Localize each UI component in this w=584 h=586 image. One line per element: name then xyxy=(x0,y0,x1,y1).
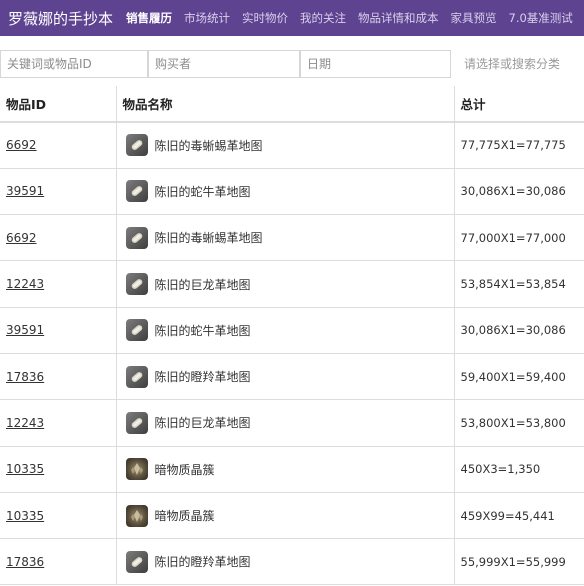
cell-item-name: 陈旧的巨龙革地图 xyxy=(115,260,454,308)
keyword-input[interactable] xyxy=(0,50,148,78)
date-input[interactable] xyxy=(300,50,451,78)
site-brand[interactable]: 罗薇娜的手抄本 xyxy=(0,8,113,29)
filter-bar: 请选择或搜索分类 xyxy=(0,36,584,86)
table-row: 39591 陈旧的蛇牛革地图 30,086X1=30,086 xyxy=(0,307,584,354)
cell-item-id: 17836 xyxy=(0,353,116,401)
header-item-id[interactable]: 物品ID xyxy=(0,86,116,123)
cell-total: 53,854X1=53,854 xyxy=(453,260,584,308)
item-name-label: 陈旧的蛇牛革地图 xyxy=(154,184,251,199)
item-id-link[interactable]: 12243 xyxy=(6,277,44,291)
category-select[interactable]: 请选择或搜索分类 xyxy=(451,50,584,78)
cell-item-id: 12243 xyxy=(0,399,116,447)
cell-item-id: 17836 xyxy=(0,538,116,586)
item-name-label: 陈旧的瞪羚革地图 xyxy=(154,370,251,385)
table-row: 17836 陈旧的瞪羚革地图 59,400X1=59,400 xyxy=(0,353,584,401)
item-id-link[interactable]: 10335 xyxy=(6,462,44,476)
map-scroll-icon xyxy=(125,411,148,434)
cell-item-id: 12243 xyxy=(0,260,116,308)
table-row: 12243 陈旧的巨龙革地图 53,800X1=53,800 xyxy=(0,399,584,447)
item-id-link[interactable]: 6692 xyxy=(6,138,37,152)
cell-total: 59,400X1=59,400 xyxy=(453,353,584,401)
crystal-cluster-icon xyxy=(125,504,148,527)
table-row: 6692 陈旧的毒蜥蜴革地图 77,775X1=77,775 xyxy=(0,122,584,169)
table-row: 12243 陈旧的巨龙革地图 53,854X1=53,854 xyxy=(0,260,584,308)
map-scroll-icon xyxy=(125,319,148,342)
cell-item-name: 陈旧的毒蜥蜴革地图 xyxy=(115,122,454,169)
table-header-row: 物品ID 物品名称 总计 xyxy=(0,86,584,123)
cell-item-name: 陈旧的瞪羚革地图 xyxy=(115,353,454,401)
cell-total: 459X99=45,441 xyxy=(453,492,584,540)
cell-item-name: 陈旧的巨龙革地图 xyxy=(115,399,454,447)
header-item-name[interactable]: 物品名称 xyxy=(115,86,454,123)
cell-item-id: 6692 xyxy=(0,122,116,169)
header-total[interactable]: 总计 xyxy=(453,86,584,123)
nav-item-market-stats[interactable]: 市场统计 xyxy=(184,10,230,26)
nav-item-benchmark[interactable]: 7.0基准测试 xyxy=(509,10,573,26)
map-scroll-icon xyxy=(125,180,148,203)
cell-item-name: 陈旧的毒蜥蜴革地图 xyxy=(115,214,454,262)
cell-item-name: 暗物质晶簇 xyxy=(115,492,454,540)
cell-total: 450X3=1,350 xyxy=(453,446,584,493)
table-row: 10335 暗物质晶簇 459X99=45,441 xyxy=(0,492,584,540)
cell-item-id: 39591 xyxy=(0,307,116,354)
cell-item-name: 陈旧的蛇牛革地图 xyxy=(115,307,454,354)
item-id-link[interactable]: 17836 xyxy=(6,555,44,569)
cell-total: 55,999X1=55,999 xyxy=(453,538,584,586)
item-id-link[interactable]: 12243 xyxy=(6,416,44,430)
top-navbar: 罗薇娜的手抄本 销售履历 市场统计 实时物价 我的关注 物品详情和成本 家具预览… xyxy=(0,0,584,36)
cell-item-id: 10335 xyxy=(0,446,116,493)
crystal-cluster-icon xyxy=(125,458,148,481)
nav-item-live-prices[interactable]: 实时物价 xyxy=(242,10,288,26)
cell-item-name: 陈旧的瞪羚革地图 xyxy=(115,538,454,586)
table-row: 17836 陈旧的瞪羚革地图 55,999X1=55,999 xyxy=(0,538,584,586)
item-name-label: 陈旧的蛇牛革地图 xyxy=(154,323,251,338)
map-scroll-icon xyxy=(125,365,148,388)
nav-item-furniture-preview[interactable]: 家具预览 xyxy=(451,10,497,26)
nav-item-item-details-cost[interactable]: 物品详情和成本 xyxy=(358,10,439,26)
item-id-link[interactable]: 17836 xyxy=(6,370,44,384)
item-name-label: 陈旧的毒蜥蜴革地图 xyxy=(154,231,263,246)
item-id-link[interactable]: 10335 xyxy=(6,509,44,523)
cell-total: 53,800X1=53,800 xyxy=(453,399,584,447)
buyer-input[interactable] xyxy=(148,50,300,78)
nav-item-sales-history[interactable]: 销售履历 xyxy=(126,10,172,26)
cell-item-name: 陈旧的蛇牛革地图 xyxy=(115,168,454,216)
map-scroll-icon xyxy=(125,273,148,296)
item-name-label: 陈旧的巨龙革地图 xyxy=(154,416,251,431)
sales-table: 物品ID 物品名称 总计 6692 陈旧的毒蜥蜴革地图 77,775X1=77,77… xyxy=(0,86,584,586)
cell-item-id: 6692 xyxy=(0,214,116,262)
map-scroll-icon xyxy=(125,134,148,157)
item-id-link[interactable]: 6692 xyxy=(6,231,37,245)
cell-item-id: 39591 xyxy=(0,168,116,216)
table-row: 10335 暗物质晶簇 450X3=1,350 xyxy=(0,446,584,493)
item-name-label: 暗物质晶簇 xyxy=(154,462,215,477)
item-id-link[interactable]: 39591 xyxy=(6,323,44,337)
cell-total: 77,000X1=77,000 xyxy=(453,214,584,262)
map-scroll-icon xyxy=(125,550,148,573)
table-row: 39591 陈旧的蛇牛革地图 30,086X1=30,086 xyxy=(0,168,584,216)
item-name-label: 陈旧的巨龙革地图 xyxy=(154,277,251,292)
item-name-label: 暗物质晶簇 xyxy=(154,509,215,524)
map-scroll-icon xyxy=(125,226,148,249)
item-name-label: 陈旧的毒蜥蜴革地图 xyxy=(154,138,263,153)
cell-item-id: 10335 xyxy=(0,492,116,540)
cell-total: 30,086X1=30,086 xyxy=(453,307,584,354)
cell-total: 30,086X1=30,086 xyxy=(453,168,584,216)
nav-item-my-watchlist[interactable]: 我的关注 xyxy=(300,10,346,26)
item-id-link[interactable]: 39591 xyxy=(6,184,44,198)
item-name-label: 陈旧的瞪羚革地图 xyxy=(154,555,251,570)
table-row: 6692 陈旧的毒蜥蜴革地图 77,000X1=77,000 xyxy=(0,214,584,262)
cell-total: 77,775X1=77,775 xyxy=(453,122,584,169)
cell-item-name: 暗物质晶簇 xyxy=(115,446,454,493)
